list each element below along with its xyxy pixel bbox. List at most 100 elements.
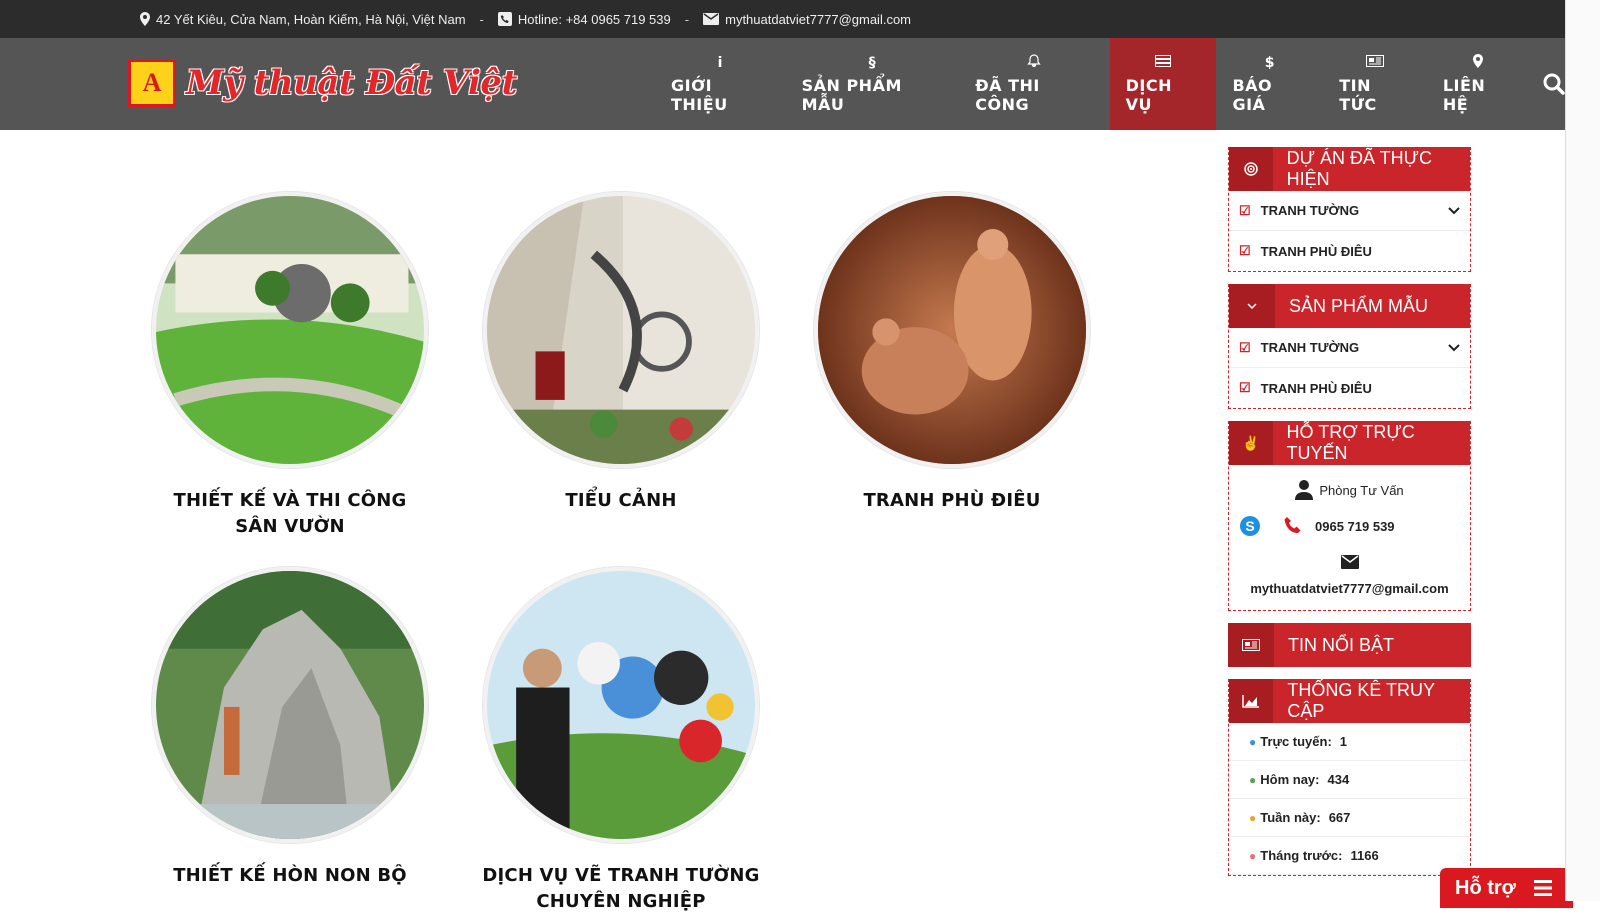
logo-text: Mỹ thuật Đất Việt: [186, 63, 517, 103]
stat-value: 667: [1328, 810, 1351, 825]
hand-peace-icon: ✌: [1229, 421, 1273, 465]
support-phone-row: S 0965 719 539: [1239, 507, 1460, 545]
service-image[interactable]: [483, 567, 759, 843]
phone-icon: [1284, 517, 1301, 533]
info-icon: i: [717, 55, 723, 71]
service-card-san-vuon[interactable]: THIẾT KẾ VÀ THI CÔNG SÂN VƯỜN: [150, 192, 430, 540]
support-email[interactable]: mythuatdatviet7777@gmail.com: [1239, 581, 1460, 596]
sidebar-item[interactable]: ☑ TRANH PHÙ ĐIÊU: [1229, 231, 1470, 271]
chevron-down-icon[interactable]: [1448, 204, 1460, 218]
check-square-icon: ☑: [1239, 380, 1251, 395]
nav-san-pham-mau[interactable]: § SẢN PHẨM MẪU: [786, 38, 960, 130]
service-title[interactable]: TIỂU CẢNH: [481, 488, 761, 514]
support-panel: ✌ HỖ TRỢ TRỰC TUYẾN Phòng Tư Vấn S 0965 …: [1228, 421, 1471, 611]
skype-icon[interactable]: S: [1239, 515, 1261, 537]
service-image[interactable]: [483, 192, 759, 468]
service-image[interactable]: [152, 567, 428, 843]
nav-label: TIN TỨC: [1339, 76, 1377, 114]
service-card-tieu-canh[interactable]: TIỂU CẢNH: [481, 192, 761, 514]
stat-label: Hôm nay:: [1260, 772, 1320, 787]
service-image[interactable]: [152, 192, 428, 468]
service-card-phu-dieu[interactable]: TRANH PHÙ ĐIÊU: [812, 192, 1092, 514]
panel-header[interactable]: TIN NỔI BẬT: [1228, 623, 1471, 667]
newspaper-icon: [1366, 54, 1385, 72]
service-image[interactable]: [814, 192, 1090, 468]
chevron-down-icon[interactable]: [1448, 341, 1460, 355]
sidebar-item[interactable]: ☑ TRANH TƯỜNG: [1229, 328, 1470, 368]
panel-header: SẢN PHẨM MẪU: [1229, 284, 1470, 328]
area-chart-icon: [1229, 679, 1274, 723]
support-dept: Phòng Tư Vấn: [1239, 473, 1460, 507]
coins-icon: §: [868, 55, 877, 71]
panel-header: ✌ HỖ TRỢ TRỰC TUYẾN: [1229, 421, 1470, 465]
logo-mark: A: [128, 59, 176, 107]
user-icon: ●: [1249, 848, 1257, 863]
nav-dich-vu[interactable]: DỊCH VỤ: [1109, 38, 1217, 130]
separator: -: [479, 11, 484, 27]
check-square-icon: ☑: [1239, 339, 1251, 355]
top-contact-bar: 42 Yết Kiêu, Cửa Nam, Hoàn Kiếm, Hà Nội,…: [0, 0, 1565, 38]
sidebar-item-label: TRANH TƯỜNG: [1260, 203, 1360, 218]
nav-tin-tuc[interactable]: TIN TỨC: [1323, 38, 1427, 130]
news-panel: TIN NỔI BẬT: [1228, 623, 1471, 667]
address-group: 42 Yết Kiêu, Cửa Nam, Hoàn Kiếm, Hà Nội,…: [140, 12, 466, 27]
nav-label: DỊCH VỤ: [1125, 76, 1172, 114]
hotline-group[interactable]: Hotline: +84 0965 719 539: [497, 12, 671, 27]
envelope-icon: [1340, 555, 1359, 569]
support-float-label: Hỗ trợ: [1455, 876, 1516, 899]
nav-lien-he[interactable]: LIÊN HỆ: [1427, 38, 1529, 130]
target-icon: [1229, 147, 1273, 191]
nav-label: LIÊN HỆ: [1442, 76, 1486, 114]
envelope-icon: [703, 13, 720, 25]
menu-icon: [1533, 880, 1552, 896]
stat-today: ● Hôm nay: 434: [1229, 761, 1470, 799]
sidebar-item[interactable]: ☑ TRANH PHÙ ĐIÊU: [1229, 368, 1470, 408]
stat-label: Trực tuyến:: [1260, 734, 1332, 749]
support-float-button[interactable]: Hỗ trợ: [1440, 868, 1573, 908]
globe-icon: ●: [1249, 734, 1257, 749]
sidebar-item-label: TRANH PHÙ ĐIÊU: [1260, 243, 1372, 259]
stat-value: 434: [1327, 772, 1350, 787]
support-phone[interactable]: 0965 719 539: [1315, 519, 1395, 534]
panel-header: THỐNG KÊ TRUY CẬP: [1229, 679, 1470, 723]
sidebar: DỰ ÁN ĐÃ THỰC HIỆN ☑ TRANH TƯỜNG ☑ TRANH…: [1228, 147, 1471, 888]
stat-value: 1166: [1350, 848, 1379, 863]
nav-label: BÁO GIÁ: [1232, 76, 1273, 114]
panel-title: HỖ TRỢ TRỰC TUYẾN: [1286, 422, 1415, 463]
service-card-non-bo[interactable]: THIẾT KẾ HÒN NON BỘ: [150, 567, 430, 889]
service-title[interactable]: THIẾT KẾ HÒN NON BỘ: [150, 863, 430, 889]
map-pin-icon: [140, 12, 150, 26]
email-group[interactable]: mythuatdatviet7777@gmail.com: [703, 12, 911, 27]
support-email-icon-row: [1239, 545, 1460, 579]
sidebar-item[interactable]: ☑ TRANH TƯỜNG: [1229, 191, 1470, 231]
sidebar-item-label: TRANH PHÙ ĐIÊU: [1260, 380, 1372, 396]
panel-title: SẢN PHẨM MẪU: [1289, 295, 1429, 316]
stat-label: Tháng trước:: [1260, 848, 1343, 863]
svg-text:S: S: [1245, 518, 1254, 534]
projects-panel: DỰ ÁN ĐÃ THỰC HIỆN ☑ TRANH TƯỜNG ☑ TRANH…: [1228, 147, 1471, 272]
service-title[interactable]: THIẾT KẾ VÀ THI CÔNG SÂN VƯỜN: [150, 488, 430, 540]
search-button[interactable]: [1529, 38, 1565, 130]
stat-label: Tuần này:: [1260, 810, 1321, 825]
stat-week: ● Tuần này: 667: [1229, 799, 1470, 837]
location-icon: [1472, 54, 1483, 72]
email-text: mythuatdatviet7777@gmail.com: [725, 11, 912, 27]
stat-online: ● Trực tuyến: 1: [1229, 723, 1470, 761]
main-nav: i GIỚI THIỆU § SẢN PHẨM MẪU ĐÃ THI CÔNG …: [655, 38, 1565, 130]
support-dept-label: Phòng Tư Vấn: [1319, 482, 1404, 498]
nav-da-thi-cong[interactable]: ĐÃ THI CÔNG: [959, 38, 1109, 130]
check-square-icon: ☑: [1239, 243, 1251, 258]
support-content: Phòng Tư Vấn S 0965 719 539 mythuatdatvi…: [1229, 465, 1470, 610]
site-logo[interactable]: A Mỹ thuật Đất Việt: [128, 59, 517, 107]
page-scrollbar[interactable]: [1565, 0, 1600, 901]
address-text: 42 Yết Kiêu, Cửa Nam, Hoàn Kiếm, Hà Nội,…: [156, 11, 466, 27]
nav-bao-gia[interactable]: $ BÁO GIÁ: [1216, 38, 1323, 130]
main-header: A Mỹ thuật Đất Việt i GIỚI THIỆU § SẢN P…: [0, 38, 1565, 130]
service-card-tranh-tuong[interactable]: DỊCH VỤ VẼ TRANH TƯỜNG CHUYÊN NGHIỆP: [481, 567, 761, 915]
nav-gioi-thieu[interactable]: i GIỚI THIỆU: [655, 38, 786, 130]
service-title[interactable]: TRANH PHÙ ĐIÊU: [812, 488, 1092, 514]
service-title[interactable]: DỊCH VỤ VẼ TRANH TƯỜNG CHUYÊN NGHIỆP: [481, 863, 761, 915]
stat-value: 1: [1339, 734, 1348, 749]
separator: -: [684, 11, 690, 27]
panel-title: DỰ ÁN ĐÃ THỰC HIỆN: [1286, 148, 1433, 189]
